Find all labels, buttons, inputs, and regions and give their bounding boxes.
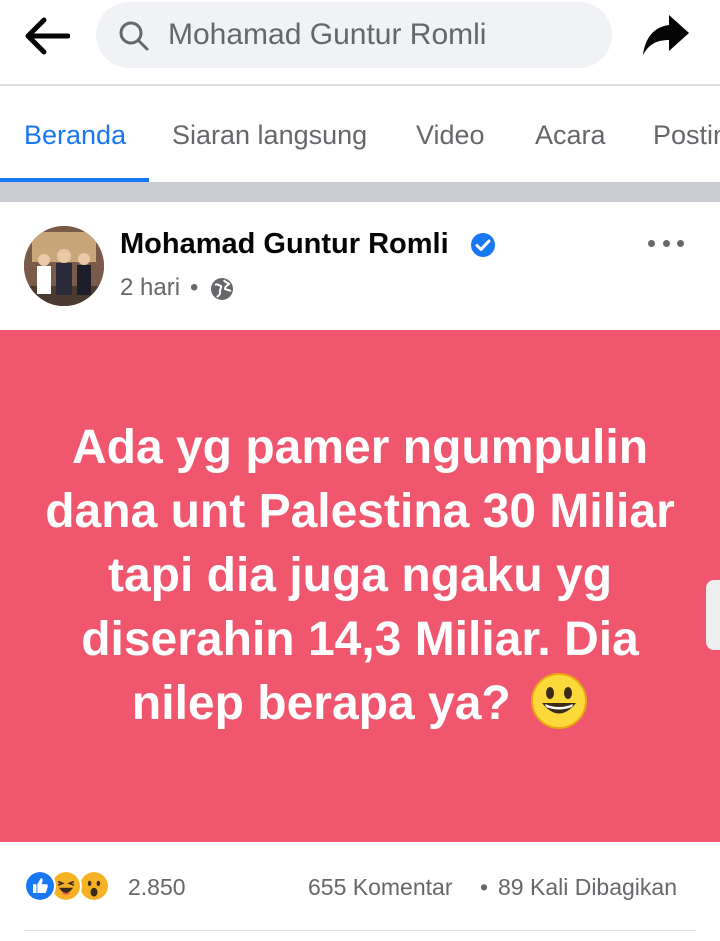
back-arrow-icon (25, 17, 70, 55)
verified-badge-icon (471, 233, 495, 257)
shares-count[interactable]: 89 Kali Dibagikan (498, 874, 677, 901)
search-input[interactable]: Mohamad Guntur Romli (96, 2, 612, 68)
more-dot-icon (677, 239, 684, 247)
section-divider (0, 182, 720, 202)
post-text: Ada yg pamer ngumpulin dana unt Palestin… (40, 416, 680, 736)
tab-video[interactable]: Video (416, 120, 485, 151)
globe-icon (211, 278, 233, 300)
search-query[interactable]: Mohamad Guntur Romli (168, 18, 486, 52)
wow-icon (78, 870, 110, 902)
more-dot-icon (648, 239, 655, 247)
post-timestamp[interactable]: 2 hari (120, 274, 180, 302)
search-icon (119, 21, 149, 51)
post-card: Mohamad Guntur Romli 2 hari • Ada yg pam… (0, 202, 720, 941)
like-icon (24, 870, 56, 902)
avatar-photo (24, 226, 104, 306)
post-divider (24, 930, 696, 931)
back-button[interactable] (22, 14, 72, 58)
grinning-face-emoji-icon (531, 673, 588, 730)
reaction-count[interactable]: 2.850 (128, 874, 186, 901)
comments-count[interactable]: 655 Komentar (308, 874, 452, 901)
meta-separator: • (190, 274, 199, 301)
post-text-card[interactable]: Ada yg pamer ngumpulin dana unt Palestin… (0, 330, 720, 842)
scrollbar-thumb[interactable] (706, 580, 720, 650)
profile-tabs: Beranda Siaran langsung Video Acara Post… (0, 86, 720, 182)
tab-siaran-langsung[interactable]: Siaran langsung (172, 120, 367, 151)
share-button[interactable] (638, 10, 694, 60)
tab-postingan[interactable]: Postin (653, 120, 720, 151)
stats-separator: • (480, 874, 489, 900)
more-options-button[interactable] (644, 228, 688, 258)
author-name[interactable]: Mohamad Guntur Romli (120, 228, 449, 261)
top-bar: Mohamad Guntur Romli (0, 0, 720, 84)
tab-beranda[interactable]: Beranda (24, 120, 126, 151)
share-arrow-icon (643, 15, 689, 55)
more-dot-icon (662, 239, 670, 247)
avatar[interactable] (24, 226, 104, 306)
tab-acara[interactable]: Acara (535, 120, 606, 151)
reactions-bar: 2.850 655 Komentar • 89 Kali Dibagikan (0, 842, 720, 932)
reaction-icons[interactable] (24, 870, 124, 902)
